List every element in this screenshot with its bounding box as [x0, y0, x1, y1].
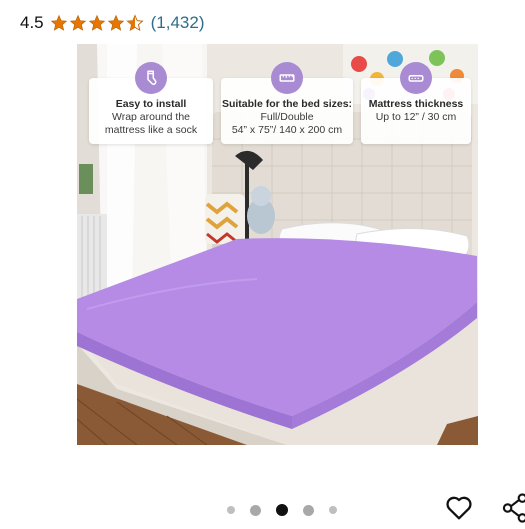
star-rating[interactable]: [50, 14, 145, 32]
share-button[interactable]: [500, 492, 525, 524]
feature-card-thickness: Mattress thickness Up to 12” / 30 cm: [361, 62, 471, 144]
heart-icon: [446, 496, 472, 520]
sock-icon: [135, 62, 167, 94]
carousel-dot[interactable]: [227, 506, 235, 514]
rating-row[interactable]: 4.5 (1,432): [20, 10, 205, 36]
product-image[interactable]: Easy to install Wrap around the mattress…: [77, 44, 478, 445]
mattress-icon: [400, 62, 432, 94]
feature-desc: mattress like a sock: [104, 124, 198, 136]
feature-title: Suitable for the bed sizes:: [221, 98, 353, 110]
rating-count-link[interactable]: (1,432): [151, 13, 205, 33]
carousel-dot[interactable]: [250, 504, 261, 516]
ruler-icon: [271, 62, 303, 94]
feature-desc: 54” x 75”/ 140 x 200 cm: [231, 124, 343, 136]
feature-desc: Up to 12” / 30 cm: [375, 111, 457, 123]
star-full-icon: [50, 14, 68, 32]
rating-value: 4.5: [20, 13, 44, 32]
star-full-icon: [88, 14, 106, 32]
carousel-dots[interactable]: [227, 503, 352, 517]
feature-desc: Wrap around the: [111, 111, 191, 123]
carousel-dot[interactable]: [303, 504, 314, 516]
star-full-icon: [69, 14, 87, 32]
feature-title: Mattress thickness: [368, 98, 464, 110]
carousel-dot[interactable]: [329, 506, 337, 514]
feature-title: Easy to install: [115, 98, 187, 110]
star-full-icon: [107, 14, 125, 32]
feature-desc: Full/Double: [260, 111, 314, 123]
share-icon: [502, 493, 525, 523]
carousel-dot-active[interactable]: [276, 504, 288, 516]
feature-card-install: Easy to install Wrap around the mattress…: [89, 62, 213, 144]
favorite-button[interactable]: [443, 491, 475, 523]
feature-card-bed-sizes: Suitable for the bed sizes: Full/Double …: [221, 62, 353, 144]
star-half-icon: [126, 14, 144, 32]
